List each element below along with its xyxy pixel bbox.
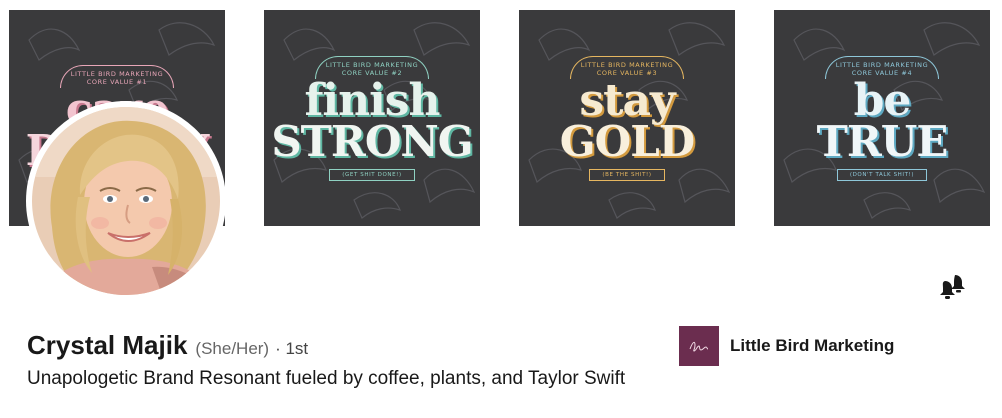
current-company-link[interactable]: Little Bird Marketing (679, 326, 894, 366)
banner-tile-text: LITTLE BIRD MARKETING CORE VALUE #4 be TRUE… (774, 10, 990, 226)
signature-logo-icon (689, 341, 709, 352)
arch-brand-text: LITTLE BIRD MARKETING (580, 60, 674, 69)
value-word-secondary: STRONG (271, 116, 473, 166)
value-word-primary: finish (304, 74, 440, 126)
value-word-primary: be (853, 74, 912, 126)
arch-brand-text: LITTLE BIRD MARKETING (325, 60, 419, 69)
banner-tile-stay-gold: LITTLE BIRD MARKETING CORE VALUE #3 stay GO… (519, 10, 735, 226)
value-word-primary: stay (579, 74, 675, 126)
banner-tile-finish-strong: LITTLE BIRD MARKETING CORE VALUE #2 finish… (264, 10, 480, 226)
banner-tile-text: LITTLE BIRD MARKETING CORE VALUE #3 stay GO… (519, 10, 735, 226)
value-word-secondary: TRUE (816, 116, 949, 166)
value-ribbon: (GET SHIT DONE!) (329, 168, 415, 181)
banner-tile-be-true: LITTLE BIRD MARKETING CORE VALUE #4 be TRUE… (774, 10, 990, 226)
value-ribbon: (BE THE SHIT!) (589, 168, 665, 181)
profile-headline: Unapologetic Brand Resonant fueled by co… (27, 368, 626, 389)
profile-pronouns: (She/Her) (195, 339, 270, 358)
arch-brand-text: LITTLE BIRD MARKETING (70, 69, 164, 78)
value-word-secondary: GOLD (559, 116, 695, 166)
company-name: Little Bird Marketing (730, 336, 895, 355)
arch-brand-text: LITTLE BIRD MARKETING (835, 60, 929, 69)
company-logo (679, 326, 719, 366)
bell-icon (940, 275, 965, 299)
banner-tile-text: LITTLE BIRD MARKETING CORE VALUE #2 finish… (264, 10, 480, 226)
profile-name: Crystal Majik (27, 330, 188, 360)
profile-avatar[interactable] (32, 107, 220, 295)
notify-bell-button[interactable] (937, 271, 969, 303)
avatar-photo (32, 107, 220, 295)
profile-name-row: Crystal Majik (She/Her) · 1st (27, 330, 308, 364)
value-ribbon: (DON'T TALK SHIT!) (836, 168, 928, 181)
connection-degree: · 1st (275, 339, 309, 358)
